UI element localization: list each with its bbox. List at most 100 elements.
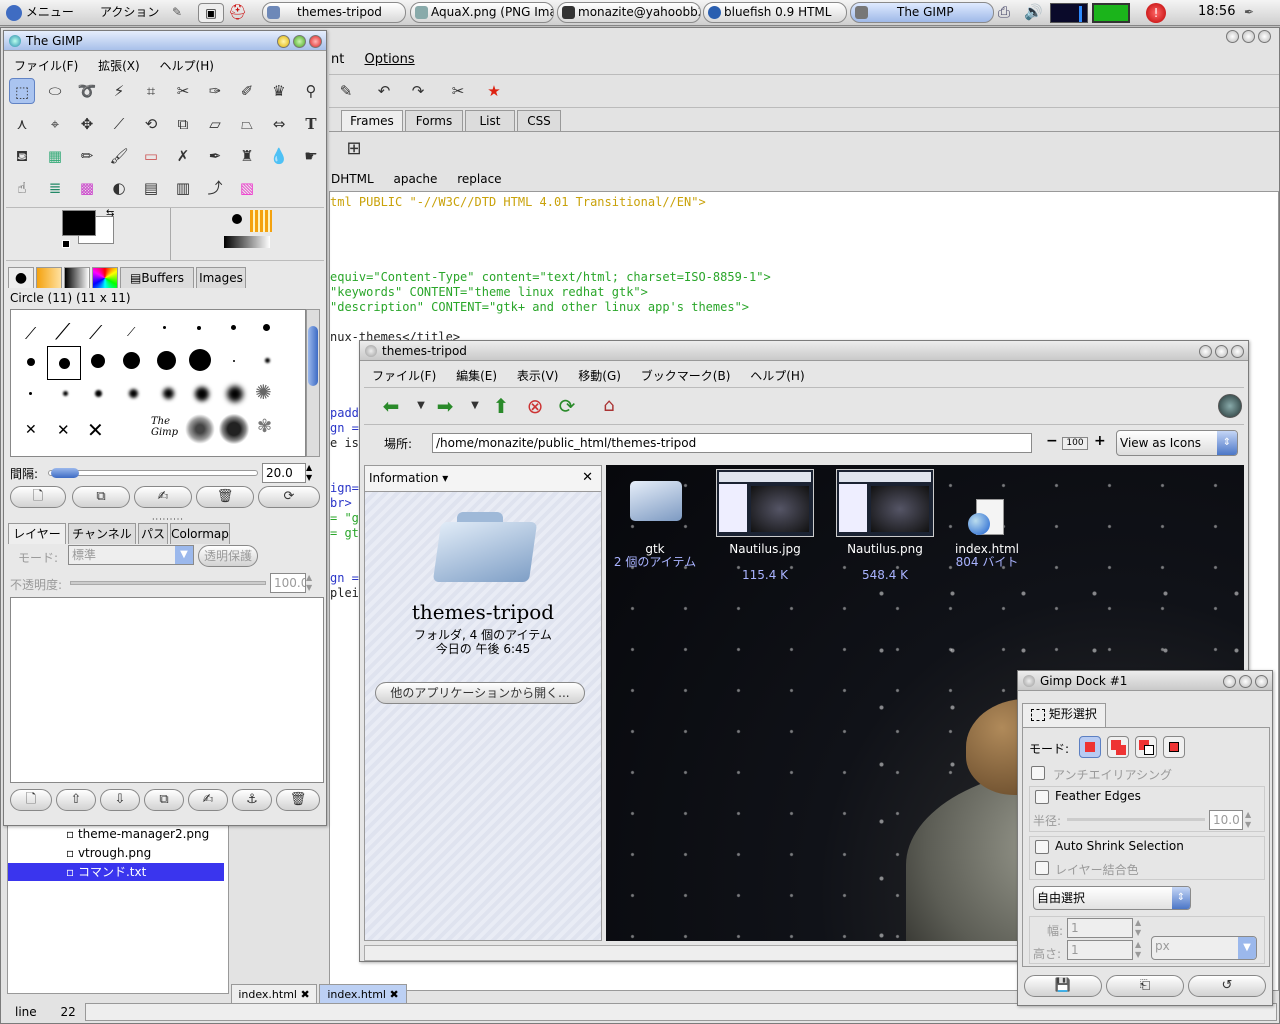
update-alert-icon[interactable]: ! [1146,3,1166,23]
spacing-slider[interactable] [48,468,258,478]
star-icon[interactable]: ★ [481,78,507,104]
width-spinner[interactable]: ▲ ▼ [1135,918,1141,938]
tab-paths[interactable]: パス [138,523,168,544]
color-picker-icon[interactable]: ✐ [234,78,260,104]
doc-tab-1[interactable]: index.html ✖ [231,984,317,1005]
zoom-out-icon[interactable]: − [1046,433,1058,449]
feather-checkbox[interactable] [1035,790,1049,804]
airbrush-icon[interactable]: ✗ [170,143,196,169]
ink-icon[interactable]: ✒ [202,143,228,169]
mode-intersect-button[interactable] [1163,736,1185,758]
select-mode-dropdown[interactable]: 自由選択 ⇕ [1033,886,1191,910]
height-input[interactable]: 1 [1067,940,1133,960]
tab-patterns[interactable] [36,267,62,288]
close-button[interactable] [309,35,322,48]
brush-scrollbar[interactable] [306,309,320,457]
radius-input[interactable]: 10.0 [1209,810,1243,830]
task-bluefish[interactable]: bluefish 0.9 HTML [703,2,847,23]
measure-icon[interactable]: ⋏ [9,111,35,137]
mode-replace-button[interactable] [1079,736,1101,758]
height-spinner[interactable]: ▲ ▼ [1135,940,1141,960]
delete-brush-button[interactable]: 🗑 [196,486,254,508]
menu-button[interactable]: メニュー [6,3,74,23]
home-icon[interactable]: ⌂ [596,393,622,419]
paths-icon[interactable]: ✑ [202,78,228,104]
radius-spinner[interactable]: ▲ ▼ [1245,810,1251,830]
clone-icon[interactable]: ♜ [234,143,260,169]
tools-icon[interactable]: ✂ [445,78,471,104]
task-terminal[interactable]: monazite@yahoobb2 [557,2,701,23]
volume-icon[interactable]: 🔊 [1024,3,1046,23]
tab-css[interactable]: CSS [517,110,561,131]
swap-colors-icon[interactable]: ⇆ [106,208,114,219]
menu-help[interactable]: ヘルプ(H) [750,367,804,384]
blur-icon[interactable]: 💧 [266,143,292,169]
maximize-button[interactable] [293,35,306,48]
contrast-icon[interactable]: ◐ [106,175,132,201]
item-gtk[interactable] [620,477,690,531]
menu-bookmarks[interactable]: ブックマーク(B) [641,367,731,384]
maximize-button[interactable] [1242,30,1255,43]
rect-select-icon[interactable]: ⬚ [9,78,35,104]
lower-layer-button[interactable]: ⇩ [100,789,140,811]
zoom-level[interactable]: 100 [1062,437,1088,450]
tab-forms[interactable]: Forms [405,110,463,131]
threshold-icon[interactable]: ▥ [170,175,196,201]
fuzzy-select-icon[interactable]: ⚡ [106,78,132,104]
tab-palettes[interactable] [92,267,118,288]
tab-list[interactable]: List [465,110,515,131]
knife-icon[interactable]: ⟋ [106,111,132,137]
view-as-select[interactable]: View as Icons ⇕ [1116,430,1238,456]
menu-go[interactable]: 移動(G) [578,367,621,384]
rotate-icon[interactable]: ⟲ [138,111,164,137]
save-options-button[interactable]: 💾 [1024,975,1102,997]
text-icon[interactable]: T [298,111,324,137]
up-icon[interactable]: ⬆ [488,393,514,419]
duplicate-layer-button[interactable]: ⧉ [144,789,184,811]
file-item[interactable]: ▫ vtrough.png [66,846,151,860]
merge-checkbox[interactable] [1035,861,1049,875]
menu-dhtml[interactable]: DHTML [331,172,374,186]
antialias-checkbox[interactable] [1031,766,1045,780]
stop-icon[interactable]: ⊗ [522,393,548,419]
tab-layers[interactable]: レイヤー [8,523,66,544]
file-item[interactable]: ▫ theme-manager2.png [66,827,209,841]
close-button[interactable] [1255,675,1268,688]
spacing-input[interactable]: 20.0 [262,463,306,483]
back-history-icon[interactable]: ▼ [408,393,434,419]
pencil-icon[interactable]: ✏ [74,143,100,169]
dodge-icon[interactable]: ☝ [9,175,35,201]
feather-launcher-icon[interactable]: ✎ [172,3,194,23]
auto-shrink-checkbox[interactable] [1035,840,1049,854]
hue-icon[interactable]: ▤ [138,175,164,201]
active-pattern-icon[interactable] [250,210,272,232]
foreground-select-icon[interactable]: ♛ [266,78,292,104]
scissors-icon[interactable]: ✂ [170,78,196,104]
refresh-brush-button[interactable]: ⟳ [258,486,320,508]
maximize-button[interactable] [1215,345,1228,358]
actions-button[interactable]: アクション [100,3,159,23]
delete-layer-button[interactable]: 🗑 [276,789,320,811]
opacity-slider[interactable] [70,581,266,585]
anchor-layer-button[interactable]: ⚓ [232,789,272,811]
menu-help[interactable]: ヘルプ(H) [160,57,214,74]
menu-replace[interactable]: replace [457,172,501,186]
task-themes-tripod[interactable]: themes-tripod [262,2,406,23]
duplicate-brush-button[interactable]: ⧉ [72,486,130,508]
redo-icon[interactable]: ↷ [405,78,431,104]
doc-tab-2[interactable]: index.html ✖ [319,984,407,1005]
selected-brush[interactable] [47,346,81,380]
zoom-in-icon[interactable]: + [1094,433,1106,449]
open-with-button[interactable]: 他のアプリケーションから開く... [375,682,585,704]
mode-subtract-button[interactable] [1135,736,1157,758]
brush-grid[interactable]: ⟋ ⟋ ⟋ ⟋ ✺ ✕ ✕ ✕ The Gimp ✾ [10,309,306,457]
tab-colormap[interactable]: Colormap [170,523,230,544]
curves-icon[interactable]: ⤴ [202,175,228,201]
forward-icon[interactable]: ➡ [432,393,458,419]
menu-view[interactable]: 表示(V) [517,367,559,384]
feather-icon[interactable]: ✒ [1244,3,1266,23]
radius-slider[interactable] [1067,818,1205,821]
mode-add-button[interactable] [1107,736,1129,758]
tab-brushes[interactable]: ● [8,267,34,288]
spacing-spinner[interactable]: ▲ ▼ [306,463,312,483]
